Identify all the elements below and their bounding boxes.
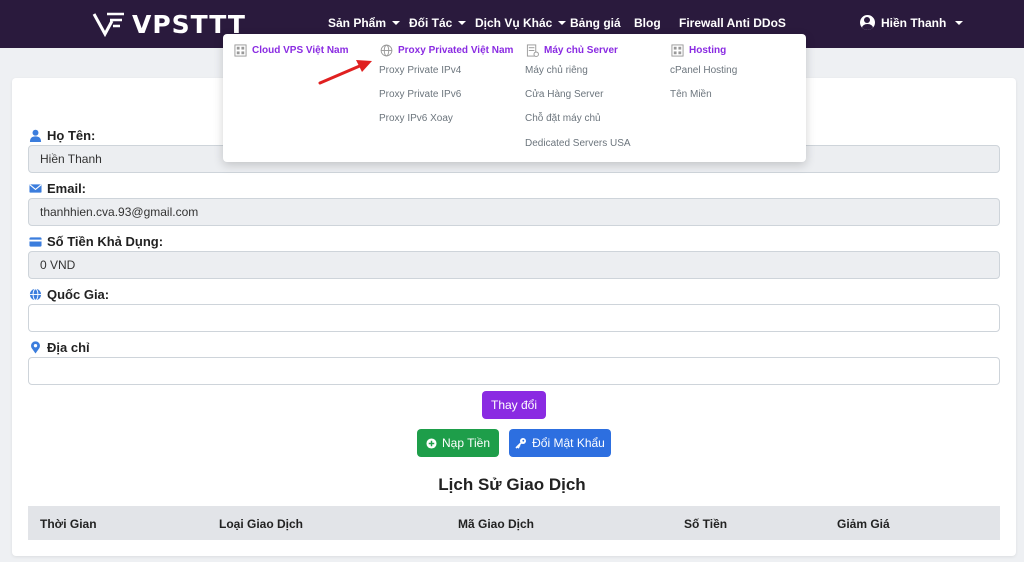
column-header[interactable]: Mã Giao Dịch [458,517,534,531]
balance-field[interactable]: 0 VND [28,251,1000,279]
nav-label: Firewall Anti DDoS [679,16,786,30]
balance-value: 0 VND [40,258,76,272]
country-label: Quốc Gia: [29,287,109,302]
address-input[interactable] [28,357,1000,385]
history-table-header: Thời Gian Loại Giao Dịch Mã Giao Dịch Số… [28,506,1000,540]
country-input[interactable] [28,304,1000,332]
envelope-icon [29,184,42,193]
email-label-text: Email: [47,181,87,196]
logo-mark-icon [92,12,124,37]
chevron-down-icon [392,21,401,25]
plus-circle-icon [426,437,437,449]
brand-logo[interactable]: VPSTTT [92,10,246,39]
grid-icon [234,44,247,57]
fullname-label: Họ Tên: [29,128,95,143]
topup-button-label: Nạp Tiền [441,436,491,450]
update-button-label: Thay đổi [490,398,538,412]
column-header[interactable]: Thời Gian [40,517,97,531]
chevron-down-icon [558,21,567,25]
products-mega-menu: Cloud VPS Việt Nam Proxy Privated Việt N… [223,34,806,162]
menu-link[interactable]: Proxy Private IPv6 [379,89,461,100]
menu-link[interactable]: Máy chủ riêng [525,65,588,76]
annotation-arrow-icon [318,60,372,85]
nav-item-bang-gia[interactable]: Bảng giá [570,16,621,30]
wallet-icon [29,237,42,247]
chevron-down-icon [955,20,964,25]
menu-link[interactable]: Proxy Private IPv4 [379,65,461,76]
menu-heading-server[interactable]: Máy chủ Server [526,44,618,57]
nav-item-firewall[interactable]: Firewall Anti DDoS [679,16,786,30]
email-label: Email: [29,181,86,196]
nav-label: Dịch Vụ Khác [475,16,553,30]
menu-heading-label: Hosting [689,45,727,56]
user-name: Hiền Thanh [881,15,947,30]
nav-label: Đối Tác [409,16,453,30]
user-menu[interactable]: Hiền Thanh [860,15,964,30]
history-title: Lịch Sử Giao Dịch [438,475,586,494]
map-pin-icon [31,341,40,354]
column-header[interactable]: Loại Giao Dịch [219,517,303,531]
menu-link[interactable]: Dedicated Servers USA [525,138,631,149]
nav-item-doi-tac[interactable]: Đối Tác [409,16,467,30]
chevron-down-icon [458,21,467,25]
menu-link[interactable]: Chỗ đặt máy chủ [525,113,601,124]
globe-icon [29,288,42,301]
balance-label-text: Số Tiền Khả Dụng: [47,234,164,249]
nav-label: Bảng giá [570,16,621,30]
column-header[interactable]: Giảm Giá [837,517,890,531]
email-field[interactable]: thanhhien.cva.93@gmail.com [28,198,1000,226]
nav-item-san-pham[interactable]: Sản Phẩm [328,16,401,30]
address-label-text: Địa chỉ [47,340,90,355]
address-label: Địa chỉ [29,340,90,355]
fullname-value: Hiền Thanh [40,152,102,166]
change-password-button[interactable]: Đổi Mật Khẩu [509,429,611,457]
menu-link[interactable]: Cửa Hàng Server [525,89,603,100]
user-icon [29,129,42,142]
menu-link[interactable]: Proxy IPv6 Xoay [379,113,453,124]
update-button[interactable]: Thay đổi [482,391,546,419]
nav-item-dich-vu-khac[interactable]: Dịch Vụ Khác [475,16,567,30]
change-password-button-label: Đổi Mật Khẩu [532,436,605,450]
menu-heading-hosting[interactable]: Hosting [671,44,726,57]
menu-link[interactable]: Tên Miền [670,89,712,100]
column-header[interactable]: Số Tiền [684,517,727,531]
email-value: thanhhien.cva.93@gmail.com [40,205,199,219]
country-label-text: Quốc Gia: [47,287,110,302]
globe-icon [380,44,393,57]
key-icon [515,438,527,449]
balance-label: Số Tiền Khả Dụng: [29,234,163,249]
nav-item-blog[interactable]: Blog [634,16,661,30]
menu-heading-label: Cloud VPS Việt Nam [252,45,349,56]
menu-heading-label: Máy chủ Server [544,45,618,56]
topup-button[interactable]: Nạp Tiền [417,429,499,457]
nav-label: Blog [634,16,661,30]
fullname-label-text: Họ Tên: [47,128,96,143]
user-circle-icon [860,15,875,30]
nav-label: Sản Phẩm [328,16,387,30]
menu-heading-proxy[interactable]: Proxy Privated Việt Nam [380,44,513,57]
server-icon [526,44,539,57]
grid-icon [671,44,684,57]
menu-heading-label: Proxy Privated Việt Nam [398,45,514,56]
menu-link[interactable]: cPanel Hosting [670,65,737,76]
